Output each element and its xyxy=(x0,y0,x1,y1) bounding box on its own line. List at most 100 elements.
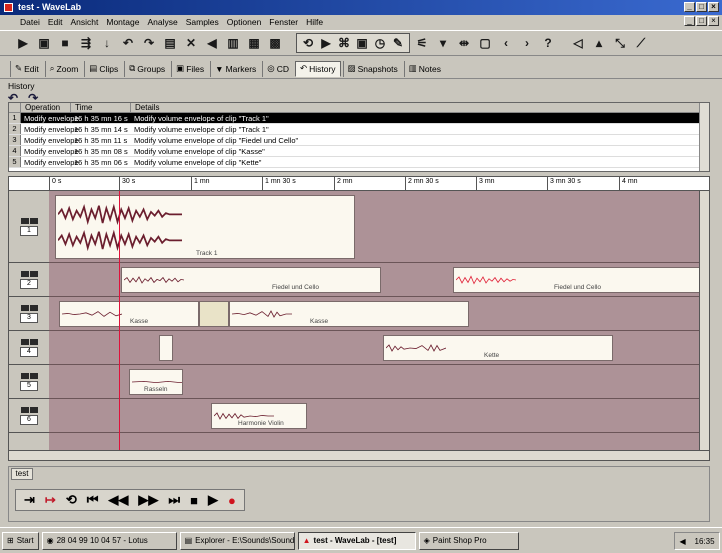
split-icon[interactable]: ◀ xyxy=(203,34,221,52)
menu-optionen[interactable]: Optionen xyxy=(227,17,262,27)
audio-clip[interactable]: Kette xyxy=(383,335,613,361)
monitor-icon[interactable]: ▣ xyxy=(353,34,371,52)
tab-files[interactable]: ▣ Files xyxy=(171,60,208,77)
chevron-down-icon[interactable]: ▾ xyxy=(434,34,452,52)
solo-icon[interactable] xyxy=(29,372,38,379)
solo-icon[interactable] xyxy=(29,338,38,345)
audio-clip[interactable] xyxy=(199,301,229,327)
loop-range-icon[interactable]: ↦ xyxy=(45,492,56,508)
start-button[interactable]: ⊞ Start xyxy=(2,531,39,550)
track-lane[interactable]: Fiedel und Cello Fiedel und Cello xyxy=(49,263,709,297)
paste-icon[interactable]: ▤ xyxy=(161,34,179,52)
mute-icon[interactable] xyxy=(20,406,29,413)
track-number[interactable]: 5 xyxy=(20,380,38,391)
mdi-close-button[interactable]: × xyxy=(708,16,719,26)
operation-column-header[interactable]: Operation xyxy=(21,103,71,112)
rewind-icon[interactable]: ◀◀ xyxy=(108,492,128,508)
cut-icon[interactable]: ✕ xyxy=(182,34,200,52)
track-lane[interactable]: Track 1 xyxy=(49,191,701,263)
cycle-icon[interactable]: ⟲ xyxy=(66,492,77,508)
export-icon[interactable]: ↓ xyxy=(98,34,116,52)
mdi-restore-button[interactable]: □ xyxy=(696,16,707,26)
audio-clip[interactable] xyxy=(159,335,173,361)
mute-icon[interactable] xyxy=(20,372,29,379)
mute-icon[interactable] xyxy=(20,338,29,345)
track-number[interactable]: 2 xyxy=(20,278,38,289)
clock[interactable]: 16:35 xyxy=(695,537,715,546)
prev-icon[interactable]: ‹ xyxy=(497,34,515,52)
track-number[interactable]: 6 xyxy=(20,414,38,425)
history-row[interactable]: 1 Modify envelope 16 h 35 mn 16 s Modify vo… xyxy=(9,113,709,124)
next-icon[interactable]: › xyxy=(518,34,536,52)
track-number[interactable]: 3 xyxy=(20,312,38,323)
marker-nav-icon[interactable]: ⇹ xyxy=(455,34,473,52)
history-row[interactable]: 5 Modify envelope 16 h 35 mn 06 s Modify vo… xyxy=(9,157,709,168)
region-icon[interactable]: ▢ xyxy=(476,34,494,52)
history-row[interactable]: 4 Modify envelope 16 h 35 mn 08 s Modify vo… xyxy=(9,146,709,157)
solo-icon[interactable] xyxy=(29,270,38,277)
history-scrollbar[interactable] xyxy=(699,103,709,171)
close-button[interactable]: × xyxy=(708,2,719,12)
arrow-left-icon[interactable]: ◁ xyxy=(569,34,587,52)
menu-ansicht[interactable]: Ansicht xyxy=(71,17,99,27)
taskbar-item[interactable]: ◈ Paint Shop Pro xyxy=(418,531,519,550)
tab-cd[interactable]: ◎ CD xyxy=(262,60,293,77)
mute-icon[interactable] xyxy=(20,270,29,277)
minimize-button[interactable]: _ xyxy=(684,2,695,12)
pencil-icon[interactable]: ✎ xyxy=(389,34,407,52)
clock-icon[interactable]: ◷ xyxy=(371,34,389,52)
time-ruler[interactable]: 0 s 30 s 1 mn 1 mn 30 s 2 mn 2 mn 30 s 3… xyxy=(9,177,709,191)
tab-markers[interactable]: ▼ Markers xyxy=(210,60,260,77)
audio-clip[interactable]: Rasseln xyxy=(129,369,183,395)
track-lane[interactable]: Kasse Kasse xyxy=(49,297,701,331)
slope-icon[interactable]: ⟋ xyxy=(632,34,650,52)
loop-icon[interactable]: ⟲ xyxy=(299,34,317,52)
menu-datei[interactable]: Datei xyxy=(20,17,40,27)
solo-icon[interactable] xyxy=(29,304,38,311)
up-icon[interactable]: ▴ xyxy=(590,34,608,52)
track-lane[interactable]: Rasseln xyxy=(49,365,701,399)
history-row[interactable]: 3 Modify envelope 16 h 35 mn 11 s Modify vo… xyxy=(9,135,709,146)
menu-fenster[interactable]: Fenster xyxy=(269,17,298,27)
filter-icon[interactable]: ⚟ xyxy=(413,34,431,52)
solo-icon[interactable] xyxy=(29,217,38,224)
track-lane[interactable]: Kette xyxy=(49,331,701,365)
track-number[interactable]: 4 xyxy=(20,346,38,357)
play-icon[interactable]: ▶ xyxy=(14,34,32,52)
stop-icon[interactable]: ■ xyxy=(190,493,198,508)
transport-tab[interactable]: test xyxy=(11,468,33,480)
track-lane[interactable]: Harmonie Violin xyxy=(49,399,701,433)
mute-icon[interactable] xyxy=(20,304,29,311)
tab-edit[interactable]: ✎ Edit xyxy=(10,60,43,77)
play-transport-icon[interactable]: ▶ xyxy=(208,492,218,508)
go-to-start-icon[interactable]: ⏮ xyxy=(87,492,99,508)
render-icon[interactable]: ⇶ xyxy=(77,34,95,52)
tab-history[interactable]: ↶ History xyxy=(294,60,341,77)
solo-icon[interactable] xyxy=(29,406,38,413)
details-column-header[interactable]: Details xyxy=(131,103,709,112)
redo-icon[interactable]: ↷ xyxy=(140,34,158,52)
tab-notes[interactable]: ▥ Notes xyxy=(403,60,445,77)
cursor-tool-icon[interactable]: ⇥ xyxy=(24,492,35,508)
tab-snapshots[interactable]: ▨ Snapshots xyxy=(342,60,402,77)
audio-clip[interactable]: Harmonie Violin xyxy=(211,403,307,429)
zoom-out-icon[interactable]: ⤡ xyxy=(611,34,629,52)
montage-view-icon[interactable]: ▦ xyxy=(245,34,263,52)
history-row[interactable]: 2 Modify envelope 16 h 35 mn 14 s Modify vo… xyxy=(9,124,709,135)
tab-clips[interactable]: ▤ Clips xyxy=(84,60,122,77)
audio-clip[interactable]: Fiedel und Cello xyxy=(453,267,709,293)
undo-icon[interactable]: ↶ xyxy=(119,34,137,52)
taskbar-item[interactable]: ▤ Explorer - E:\Sounds\Sound xyxy=(179,531,295,550)
record-icon[interactable]: ● xyxy=(228,493,236,508)
save-icon[interactable]: ■ xyxy=(56,34,74,52)
menu-edit[interactable]: Edit xyxy=(48,17,63,27)
audio-clip[interactable]: Kasse xyxy=(59,301,199,327)
menu-samples[interactable]: Samples xyxy=(186,17,219,27)
help-icon[interactable]: ? xyxy=(539,34,557,52)
montage-vertical-scrollbar[interactable] xyxy=(699,191,709,452)
tab-zoom[interactable]: ⌕ Zoom xyxy=(44,60,83,77)
speaker-icon[interactable]: ◀ xyxy=(679,537,685,546)
menu-analyse[interactable]: Analyse xyxy=(147,17,177,27)
open-icon[interactable]: ▣ xyxy=(35,34,53,52)
menu-hilfe[interactable]: Hilfe xyxy=(306,17,323,27)
